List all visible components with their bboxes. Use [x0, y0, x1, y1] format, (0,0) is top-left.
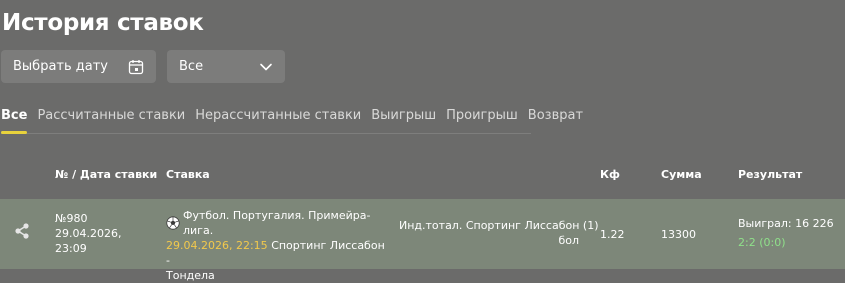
tab-won[interactable]: Выигрыш — [371, 102, 436, 133]
date-picker[interactable]: Выбрать дату — [1, 50, 156, 83]
tab-settled[interactable]: Рассчитанные ставки — [37, 102, 185, 133]
bet-league: Футбол. Португалия. Примейра-лига. — [183, 209, 371, 237]
header-bet: Ставка — [166, 168, 210, 181]
bet-amount: 13300 — [661, 228, 696, 241]
header-amount: Сумма — [661, 168, 702, 181]
tab-all[interactable]: Все — [1, 102, 28, 134]
header-result: Результат — [738, 168, 803, 181]
page-title: История ставок — [2, 10, 204, 36]
bet-number-date: №980 29.04.2026, 23:09 — [55, 211, 121, 256]
tab-lost[interactable]: Проигрыш — [446, 102, 518, 133]
header-number-date: № / Дата ставки — [55, 168, 158, 181]
bet-score: 2:2 (0:0) — [738, 236, 786, 249]
event-teams-line2: Тондела — [166, 269, 215, 282]
bet-outcome-line1: Инд.тотал. Спортинг Лиссабон (1) — [399, 219, 599, 232]
tab-refund[interactable]: Возврат — [528, 102, 583, 133]
soccer-ball-icon — [166, 216, 180, 230]
bet-filter-tabs: Все Рассчитанные ставки Нерассчитанные с… — [1, 102, 583, 134]
share-icon[interactable] — [14, 222, 30, 244]
bet-event: Футбол. Португалия. Примейра-лига. 29.04… — [166, 208, 391, 283]
bet-result: Выиграл: 16 226 2:2 (0:0) — [738, 216, 834, 250]
chevron-down-icon — [259, 60, 273, 74]
bet-outcome-line2: бол — [558, 234, 579, 247]
bet-result-text: Выиграл: 16 226 — [738, 217, 834, 230]
bet-time: 23:09 — [55, 242, 87, 255]
date-picker-label: Выбрать дату — [13, 59, 109, 74]
type-select[interactable]: Все — [167, 50, 285, 83]
bet-number: №980 — [55, 212, 88, 225]
bet-date: 29.04.2026, — [55, 227, 122, 240]
bet-coef: 1.22 — [600, 228, 625, 241]
bet-outcome: Инд.тотал. Спортинг Лиссабон (1) бол — [399, 218, 599, 248]
tab-unsettled[interactable]: Нерассчитанные ставки — [195, 102, 361, 133]
type-select-value: Все — [179, 59, 204, 74]
header-coef: Кф — [600, 168, 620, 181]
event-datetime: 29.04.2026, 22:15 — [166, 239, 268, 252]
calendar-icon — [128, 59, 144, 75]
